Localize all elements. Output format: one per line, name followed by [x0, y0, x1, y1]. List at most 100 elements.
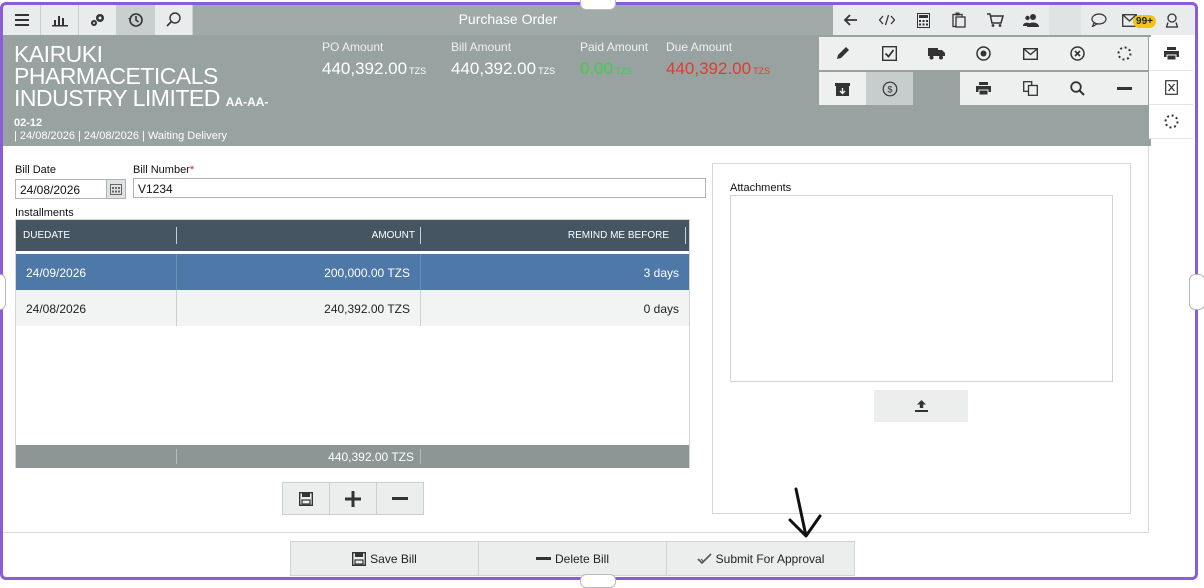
bill-date-input[interactable]: 24/08/2026 [15, 179, 107, 199]
paid-amount-label: Paid Amount [580, 40, 649, 54]
table-row[interactable]: 24/09/2026 200,000.00 TZS 3 days [16, 254, 689, 290]
record-meta: | 24/08/2026 | 24/08/2026 | Waiting Deli… [14, 130, 228, 142]
notification-badge: 99+ [1133, 14, 1156, 28]
bill-number-label: Bill Number* [133, 164, 194, 176]
content-divider-right [1148, 146, 1149, 533]
save-bill-label: Save Bill [370, 551, 417, 566]
spinner-icon [1117, 46, 1132, 61]
resize-handle-right[interactable] [1189, 274, 1204, 310]
clipboard-icon [952, 12, 966, 28]
email-button[interactable] [1007, 37, 1054, 70]
excel-icon [1164, 80, 1178, 95]
column-divider [420, 449, 421, 464]
attachments-dropzone[interactable] [730, 195, 1113, 382]
resize-handle-bottom[interactable] [580, 574, 616, 588]
bill-date-label: Bill Date [15, 164, 56, 176]
installments-table: DUEDATE AMOUNT REMIND ME BEFORE 24/09/20… [15, 219, 690, 468]
print-button[interactable] [960, 72, 1007, 105]
cell-duedate: 24/08/2026 [26, 302, 87, 316]
users-button[interactable] [1013, 5, 1049, 35]
paid-amount-value-wrap: 0.00 TZS [580, 59, 648, 79]
svg-text:$: $ [887, 84, 892, 94]
calculator-button[interactable] [905, 5, 941, 35]
bill-amount-value-wrap: 440,392.00 TZS [451, 59, 555, 79]
due-amount-label: Due Amount [666, 40, 733, 54]
date-picker-button[interactable] [106, 179, 126, 199]
paid-amount: Paid Amount 0.00 TZS [580, 40, 648, 79]
table-row[interactable]: 24/08/2026 240,392.00 TZS 0 days [16, 290, 689, 326]
save-installment-button[interactable] [283, 483, 330, 514]
code-button[interactable] [869, 5, 905, 35]
floppy-disk-icon [352, 551, 367, 566]
cancel-button[interactable] [1054, 37, 1101, 70]
remove-button[interactable] [1101, 72, 1148, 105]
minus-icon [535, 557, 551, 560]
notifications-button[interactable]: 99+ [1117, 5, 1161, 35]
stop-button[interactable] [960, 37, 1007, 70]
due-amount-currency: TZS [753, 66, 771, 76]
due-amount: Due Amount 440,392.00 TZS [666, 40, 770, 79]
table-footer: 440,392.00 TZS [16, 445, 689, 468]
right-tools: 99+ [833, 5, 1195, 35]
due-amount-value-wrap: 440,392.00 TZS [666, 59, 770, 79]
bill-amount-label: Bill Amount [451, 40, 512, 54]
cell-amount: 200,000.00 TZS [324, 266, 410, 280]
action-empty-slot [913, 72, 960, 105]
loading-button[interactable] [1101, 37, 1148, 70]
pencil-icon [835, 46, 850, 61]
approve-button[interactable] [866, 37, 913, 70]
column-divider [685, 227, 686, 244]
close-circle-icon [1070, 46, 1085, 61]
delivery-button[interactable] [913, 37, 960, 70]
installment-actions [282, 482, 424, 515]
save-bill-button[interactable]: Save Bill [291, 542, 479, 575]
resize-handle-left[interactable] [0, 274, 6, 310]
annotation-arrow-icon [780, 486, 830, 548]
side-loading-button[interactable] [1149, 105, 1193, 139]
truck-icon [928, 47, 945, 60]
copy-button[interactable] [1007, 72, 1054, 105]
upload-button[interactable] [874, 390, 968, 422]
cart-button[interactable] [977, 5, 1013, 35]
column-header-amount[interactable]: AMOUNT [177, 230, 415, 241]
copy-icon [1023, 81, 1038, 96]
po-amount-label: PO Amount [322, 40, 384, 54]
printer-icon [1163, 47, 1179, 60]
installments-total: 440,392.00 TZS [328, 450, 414, 464]
chat-button[interactable] [1081, 5, 1117, 35]
find-button[interactable] [1054, 72, 1101, 105]
cell-amount: 240,392.00 TZS [324, 302, 410, 316]
company-code: AA-AA- [225, 95, 269, 109]
po-amount: PO Amount 440,392.00 TZS [322, 40, 426, 79]
back-button[interactable] [833, 5, 869, 35]
po-amount-value: 440,392.00 [322, 59, 408, 78]
side-print-button[interactable] [1149, 37, 1193, 71]
archive-button[interactable] [819, 72, 866, 105]
remove-installment-button[interactable] [377, 483, 423, 514]
spinner-icon [1164, 114, 1179, 129]
edit-button[interactable] [819, 37, 866, 70]
delete-bill-label: Delete Bill [554, 551, 610, 566]
column-header-duedate[interactable]: DUEDATE [23, 230, 70, 241]
attachments-label: Attachments [730, 182, 792, 194]
mail-icon [1023, 47, 1038, 60]
resize-handle-top[interactable] [580, 0, 616, 10]
profile-button[interactable] [1161, 5, 1183, 35]
po-amount-currency: TZS [409, 66, 427, 76]
plus-icon [345, 490, 361, 507]
delete-bill-button[interactable]: Delete Bill [479, 542, 667, 575]
stop-circle-icon [976, 46, 991, 61]
bill-number-input[interactable]: V1234 [133, 178, 706, 198]
paid-amount-currency: TZS [615, 66, 633, 76]
chat-bubble-icon [1091, 13, 1107, 27]
bill-amount-value: 440,392.00 [451, 59, 537, 78]
add-installment-button[interactable] [330, 483, 377, 514]
export-excel-button[interactable] [1149, 71, 1193, 105]
clipboard-button[interactable] [941, 5, 977, 35]
bill-actions: Save Bill Delete Bill Submit For Approva… [290, 541, 855, 576]
due-amount-value: 440,392.00 [666, 59, 752, 78]
column-header-remind[interactable]: REMIND ME BEFORE [421, 230, 669, 241]
payment-button[interactable]: $ [866, 72, 913, 105]
action-grid: $ [819, 37, 1148, 105]
company-name-line2: PHARMACETICALS [14, 63, 218, 89]
